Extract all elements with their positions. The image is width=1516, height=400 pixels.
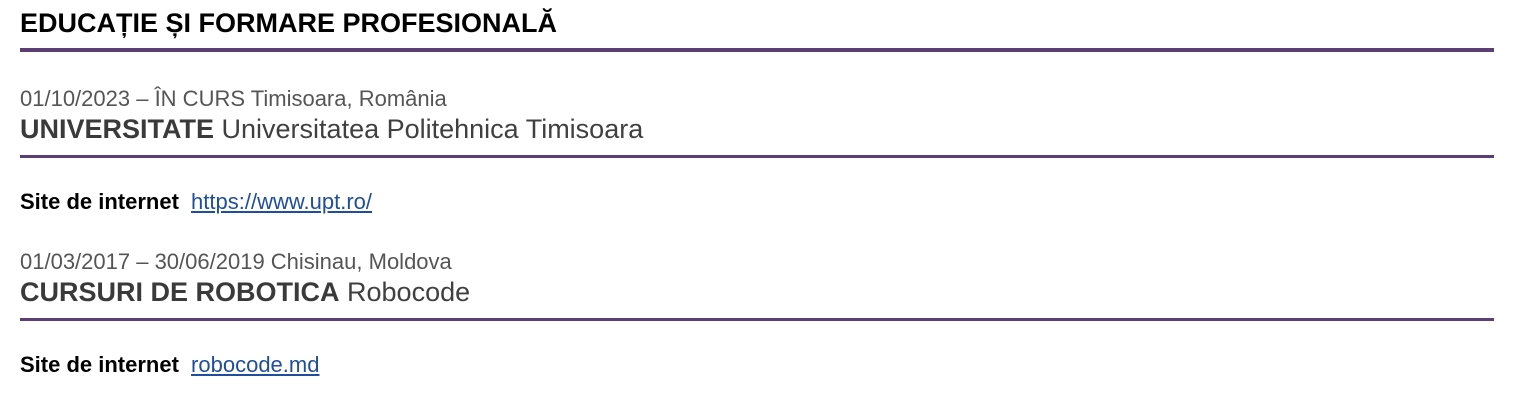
- website-row: Site de internet https://www.upt.ro/: [20, 189, 372, 215]
- website-link[interactable]: https://www.upt.ro/: [191, 189, 372, 214]
- website-label: Site de internet: [20, 352, 179, 377]
- section-title: EDUCAȚIE ȘI FORMARE PROFESIONALĂ: [20, 8, 558, 38]
- entry-meta: 01/10/2023 – ÎN CURS Timisoara, România: [20, 86, 447, 111]
- section-divider: [20, 48, 1494, 52]
- entry-institution: Robocode: [347, 277, 471, 307]
- entry-title: CURSURI DE ROBOTICA Robocode: [20, 277, 470, 308]
- entry-qualification: UNIVERSITATE: [20, 114, 215, 144]
- website-link[interactable]: robocode.md: [191, 352, 319, 377]
- entry-institution: Universitatea Politehnica Timisoara: [221, 114, 644, 144]
- entry-qualification: CURSURI DE ROBOTICA: [20, 277, 340, 307]
- entry-meta: 01/03/2017 – 30/06/2019 Chisinau, Moldov…: [20, 249, 452, 274]
- entry-title: UNIVERSITATE Universitatea Politehnica T…: [20, 114, 643, 145]
- website-label: Site de internet: [20, 189, 179, 214]
- education-section: EDUCAȚIE ȘI FORMARE PROFESIONALĂ 01/10/2…: [0, 0, 1516, 400]
- entry-divider: [20, 155, 1494, 158]
- website-row: Site de internet robocode.md: [20, 352, 319, 378]
- entry-divider: [20, 318, 1494, 321]
